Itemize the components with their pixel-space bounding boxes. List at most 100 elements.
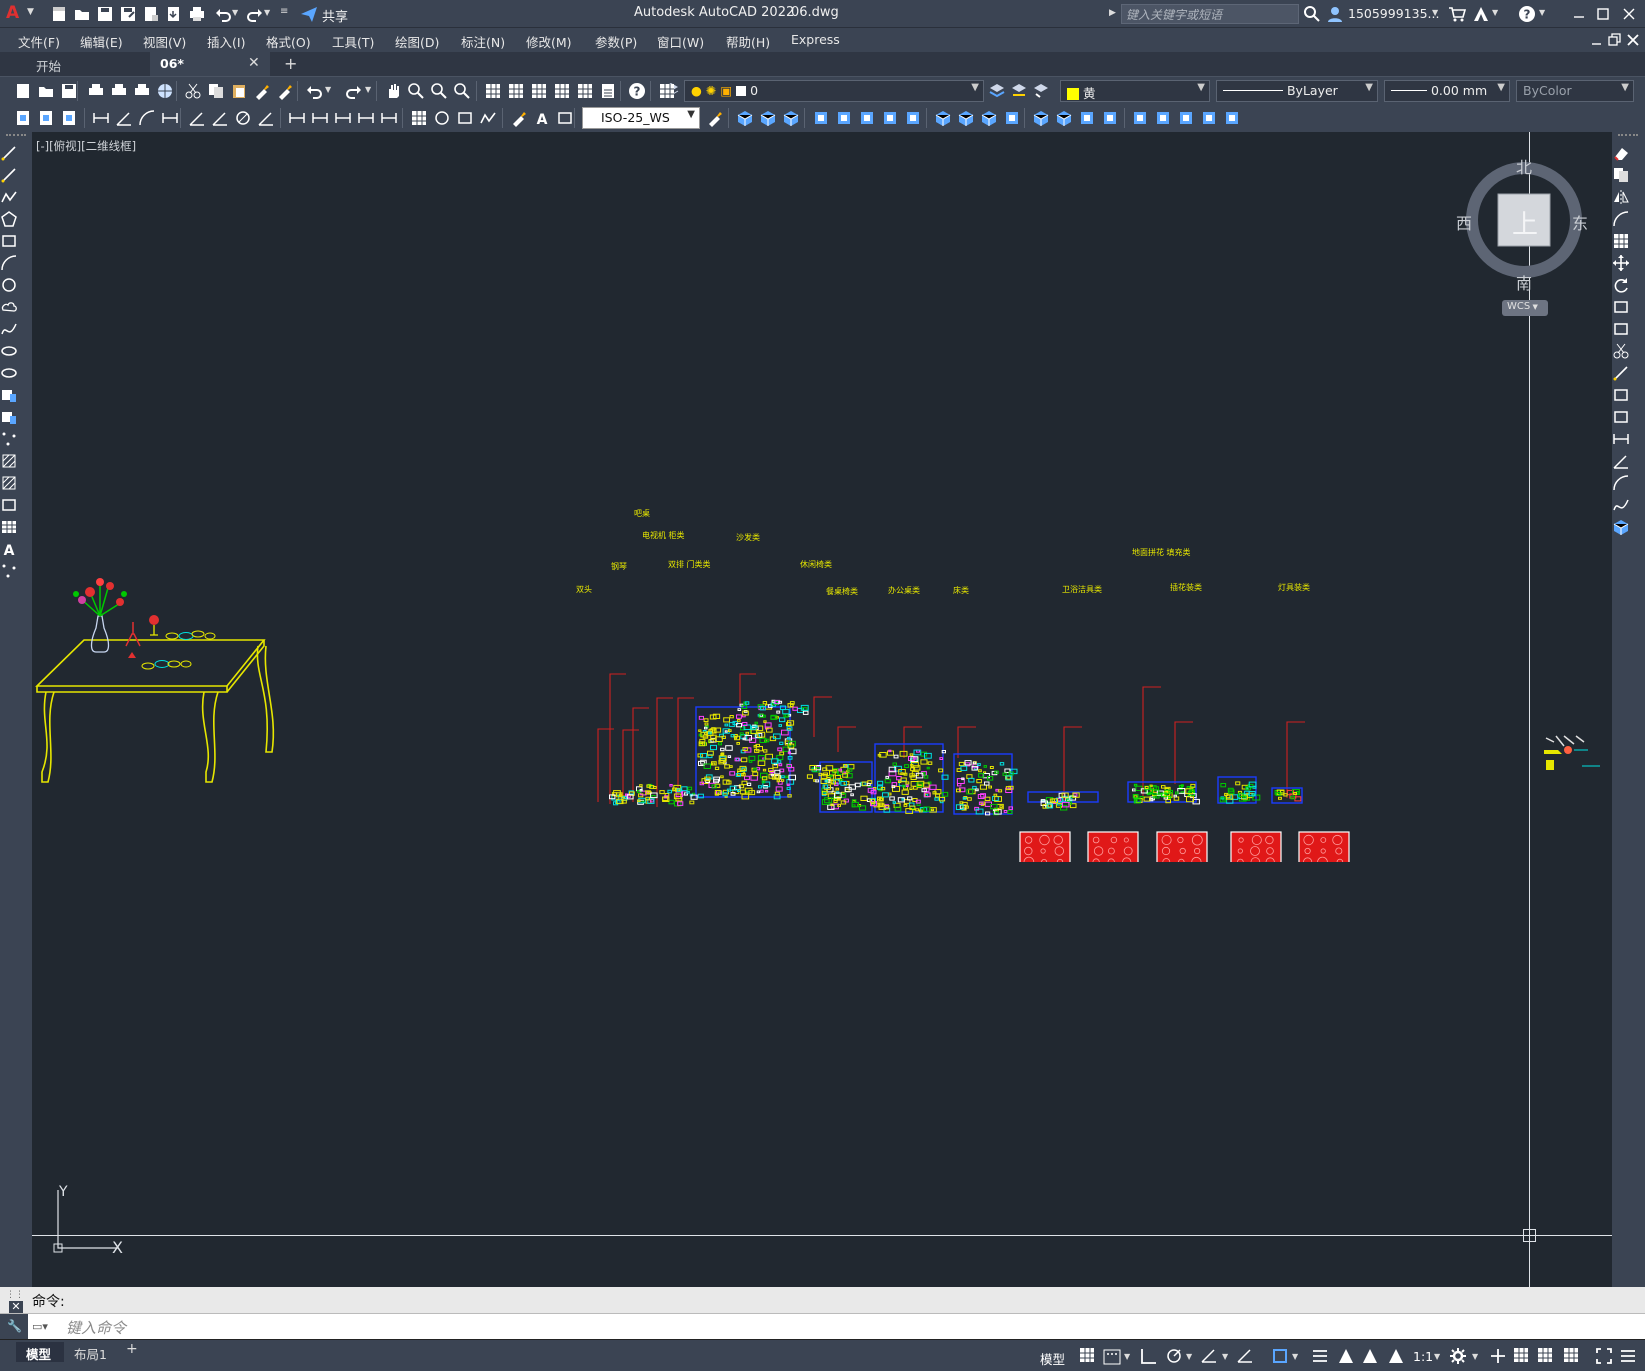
spline-tool-icon[interactable] — [0, 320, 18, 338]
doc-restore-icon[interactable] — [1606, 31, 1624, 49]
toolbar-undo-icon[interactable] — [305, 82, 323, 100]
ortho-mode-icon[interactable] — [1138, 1346, 1158, 1366]
gradient-tool-icon[interactable] — [0, 474, 18, 492]
menu-modify[interactable]: 修改(M) — [526, 32, 572, 51]
copy-tool-icon[interactable] — [1612, 166, 1630, 184]
clean-icon[interactable] — [1078, 109, 1096, 127]
ucs-object-icon[interactable] — [1223, 109, 1241, 127]
new-tab-button[interactable]: + — [284, 54, 297, 73]
quickcalc-icon[interactable] — [599, 82, 617, 100]
saveas-icon[interactable] — [119, 5, 137, 23]
design-center-online-icon[interactable] — [156, 82, 174, 100]
viewport-controls-label[interactable]: [-][俯视][二维线框] — [36, 138, 136, 154]
array-tool-icon[interactable] — [1612, 232, 1630, 250]
tb2-object-icon[interactable] — [14, 109, 32, 127]
layer-dropdown[interactable]: ● ✺ ▣ 0 ▼ — [684, 80, 984, 102]
quick-properties-icon[interactable] — [1536, 1346, 1556, 1366]
make-current-layer-icon[interactable] — [988, 81, 1006, 99]
publish-toolbar-icon[interactable] — [133, 82, 151, 100]
ellipse-arc-tool-icon[interactable] — [0, 364, 18, 382]
menu-view[interactable]: 视图(V) — [143, 32, 186, 51]
undo-icon[interactable] — [214, 5, 232, 23]
angular-dim-icon[interactable] — [257, 109, 275, 127]
lineweight-display-icon[interactable] — [1310, 1346, 1330, 1366]
chamfer-tool-icon[interactable] — [1612, 452, 1630, 470]
rotate-tool-icon[interactable] — [1612, 276, 1630, 294]
revolve-icon[interactable] — [835, 109, 853, 127]
qsave-icon[interactable] — [60, 82, 78, 100]
line-tool-icon[interactable] — [0, 144, 18, 162]
cone-icon[interactable] — [782, 109, 800, 127]
workspace-dropdown-icon[interactable]: ▼ — [1472, 1352, 1478, 1361]
menu-help[interactable]: 帮助(H) — [726, 32, 770, 51]
drawing-viewport[interactable]: [-][俯视][二维线框] 北 南 西 东 上 WCS ▼ Y X 双头 钢琴 … — [32, 132, 1612, 1287]
layout-tab-model[interactable]: 模型 — [16, 1342, 64, 1362]
box-icon[interactable] — [736, 109, 754, 127]
subtract-icon[interactable] — [957, 109, 975, 127]
color-dropdown[interactable]: 黄 ▼ — [1060, 80, 1210, 102]
ordinate-dim-icon[interactable] — [161, 109, 179, 127]
snap-mode-icon[interactable] — [1102, 1346, 1122, 1366]
cut-icon[interactable] — [184, 82, 202, 100]
zoom-previous-icon[interactable] — [453, 82, 471, 100]
ucs-icon-tb[interactable] — [1131, 109, 1149, 127]
viewcube-top-face[interactable]: 上 — [1512, 204, 1538, 241]
hardware-accel-icon[interactable] — [1562, 1346, 1582, 1366]
model-space-button[interactable]: 模型 — [1040, 1349, 1065, 1368]
undo-dropdown-icon[interactable]: ▼ — [325, 85, 331, 94]
center-mark-icon[interactable] — [433, 109, 451, 127]
check-icon[interactable] — [1101, 109, 1119, 127]
cart-icon[interactable] — [1448, 5, 1467, 23]
osnap-dropdown-icon[interactable]: ▼ — [1292, 1352, 1298, 1361]
sheet-set-icon[interactable] — [553, 82, 571, 100]
break-point-icon[interactable] — [1612, 386, 1630, 404]
fillet-tool-icon[interactable] — [1612, 474, 1630, 492]
rectangle-tool-icon[interactable] — [0, 232, 18, 250]
tb2-visual-icon[interactable] — [60, 109, 78, 127]
revcloud-tool-icon[interactable] — [0, 298, 18, 316]
dim-edit-icon[interactable] — [510, 109, 528, 127]
baseline-dim-icon[interactable] — [311, 109, 329, 127]
user-icon[interactable] — [1326, 5, 1344, 23]
radius-dim-icon[interactable] — [188, 109, 206, 127]
table-tool-icon[interactable] — [0, 518, 18, 536]
inspect-icon[interactable] — [456, 109, 474, 127]
menu-dimension[interactable]: 标注(N) — [461, 32, 505, 51]
viewcube-north[interactable]: 北 — [1516, 154, 1532, 178]
continue-dim-icon[interactable] — [334, 109, 352, 127]
region-tool-icon[interactable] — [0, 496, 18, 514]
move-tool-icon[interactable] — [1612, 254, 1630, 272]
trim-tool-icon[interactable] — [1612, 342, 1630, 360]
tab-start[interactable]: 开始 — [26, 52, 146, 76]
menu-format[interactable]: 格式(O) — [266, 32, 311, 51]
publish-icon[interactable] — [142, 5, 160, 23]
redo-dropdown-icon[interactable]: ▼ — [365, 85, 371, 94]
command-prompt-icon[interactable]: ▭▾ — [32, 1320, 48, 1333]
properties-icon[interactable] — [484, 82, 502, 100]
dimstyle-dropdown[interactable]: ISO-25_WS ▼ — [582, 107, 700, 129]
dim-text-edit-icon[interactable]: A — [533, 109, 551, 128]
plot-button-icon[interactable] — [87, 82, 105, 100]
match-properties-icon[interactable] — [253, 82, 271, 100]
autodesk-icon[interactable] — [1472, 5, 1490, 23]
command-input[interactable]: 键入命令 — [66, 1317, 1626, 1337]
aligned-dim-icon[interactable] — [115, 109, 133, 127]
quick-dim-icon[interactable] — [288, 109, 306, 127]
ucs-world-icon[interactable] — [1154, 109, 1172, 127]
ellipse-tool-icon[interactable] — [0, 342, 18, 360]
add-selected-icon[interactable] — [0, 562, 18, 580]
iso-dropdown-icon[interactable]: ▼ — [1222, 1352, 1228, 1361]
construction-line-icon[interactable] — [0, 166, 18, 184]
slice-icon[interactable] — [858, 109, 876, 127]
circle-tool-icon[interactable] — [0, 276, 18, 294]
menu-tools[interactable]: 工具(T) — [332, 32, 374, 51]
toolbar-grip[interactable] — [1618, 134, 1638, 138]
union-icon[interactable] — [934, 109, 952, 127]
block-editor-icon[interactable] — [276, 82, 294, 100]
app-menu-chevron-icon[interactable]: ▼ — [27, 7, 34, 17]
plot-icon[interactable] — [188, 5, 206, 23]
share-icon[interactable] — [300, 5, 318, 23]
join-tool-icon[interactable] — [1612, 430, 1630, 448]
help-icon[interactable]: ? — [1518, 5, 1536, 23]
extend-tool-icon[interactable] — [1612, 364, 1630, 382]
